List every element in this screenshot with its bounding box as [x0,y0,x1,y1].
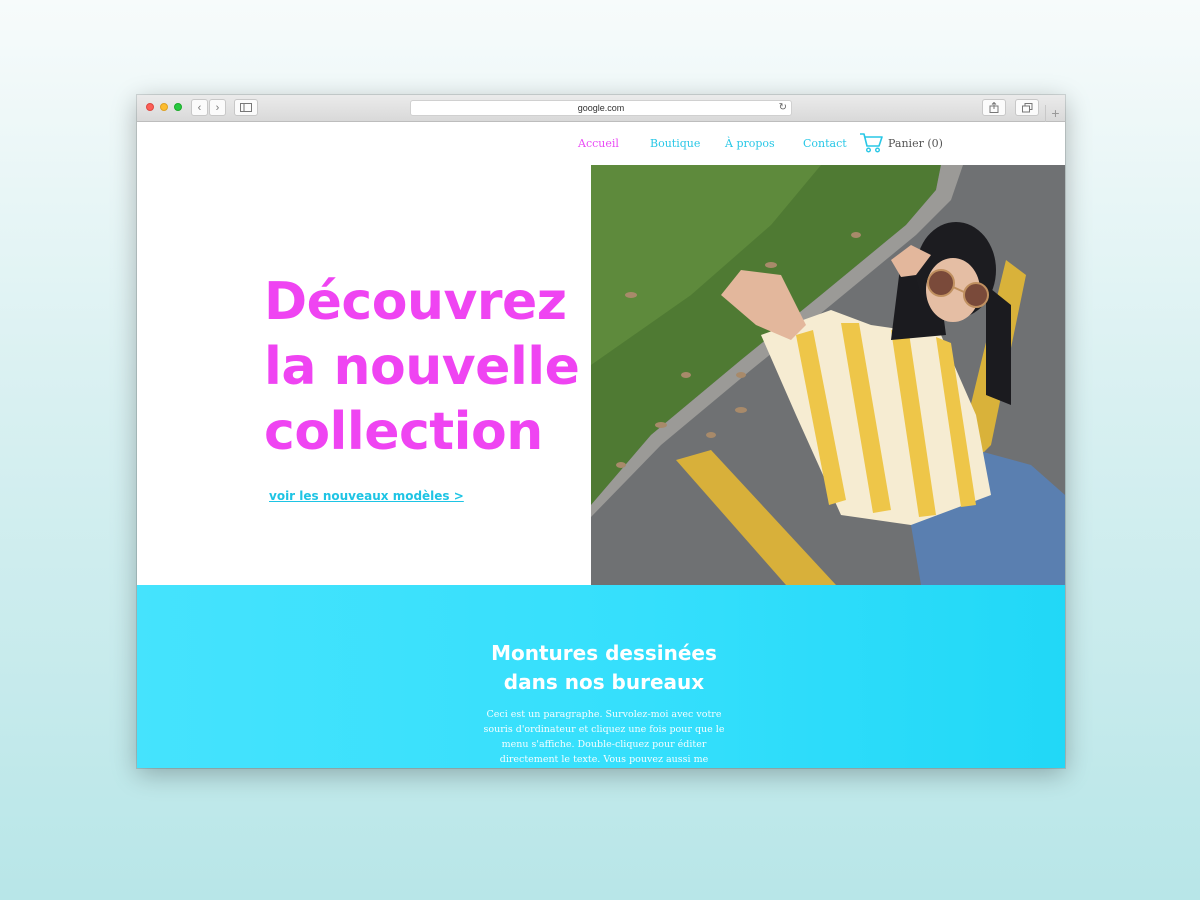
hero-headline-line: collection [264,402,543,462]
section-title-line: dans nos bureaux [503,670,705,694]
site-nav: Accueil Boutique À propos Contact Panier… [137,122,1065,165]
woman-sunglasses-photo [591,165,1065,585]
hero-headline: Découvrez la nouvelle collection [264,270,624,465]
nav-item-boutique[interactable]: Boutique [650,137,700,150]
new-tab-button[interactable]: + [1045,105,1065,122]
hero-photo [591,165,1065,585]
zoom-window-button[interactable] [174,103,182,111]
sidebar-toggle-button[interactable] [234,99,258,116]
chevron-right-icon: › [215,101,220,114]
cart-label[interactable]: Panier (0) [888,137,943,150]
forward-button[interactable]: › [209,99,226,116]
hero-headline-line: la nouvelle [264,337,580,397]
new-models-link[interactable]: voir les nouveaux modèles > [269,489,464,503]
nav-item-accueil[interactable]: Accueil [578,137,619,150]
share-button[interactable] [982,99,1006,116]
cart-icon[interactable] [859,132,883,154]
section-paragraph: Ceci est un paragraphe. Survolez-moi ave… [483,709,725,765]
section-title-line: Montures dessinées [491,641,717,665]
back-button[interactable]: ‹ [191,99,208,116]
nav-item-a-propos[interactable]: À propos [725,137,775,150]
feature-section: Montures dessinées dans nos bureaux Ceci… [137,585,1065,768]
minimize-window-button[interactable] [160,103,168,111]
close-window-button[interactable] [146,103,154,111]
browser-titlebar: ‹ › google.com ↻ + [137,95,1065,122]
nav-item-contact[interactable]: Contact [803,137,847,150]
address-bar[interactable]: google.com ↻ [410,100,792,116]
section-title: Montures dessinées dans nos bureaux [137,639,1065,697]
reload-icon[interactable]: ↻ [779,101,787,115]
tabs-icon [1021,102,1032,112]
hero-headline-line: Découvrez [264,272,567,332]
tabs-overview-button[interactable] [1015,99,1039,116]
url-text: google.com [577,103,625,113]
browser-window: ‹ › google.com ↻ + Accueil Boutique À pr… [137,95,1065,768]
sidebar-icon [240,103,252,112]
chevron-left-icon: ‹ [197,101,202,114]
share-icon [989,102,999,113]
web-page: Accueil Boutique À propos Contact Panier… [137,122,1065,768]
